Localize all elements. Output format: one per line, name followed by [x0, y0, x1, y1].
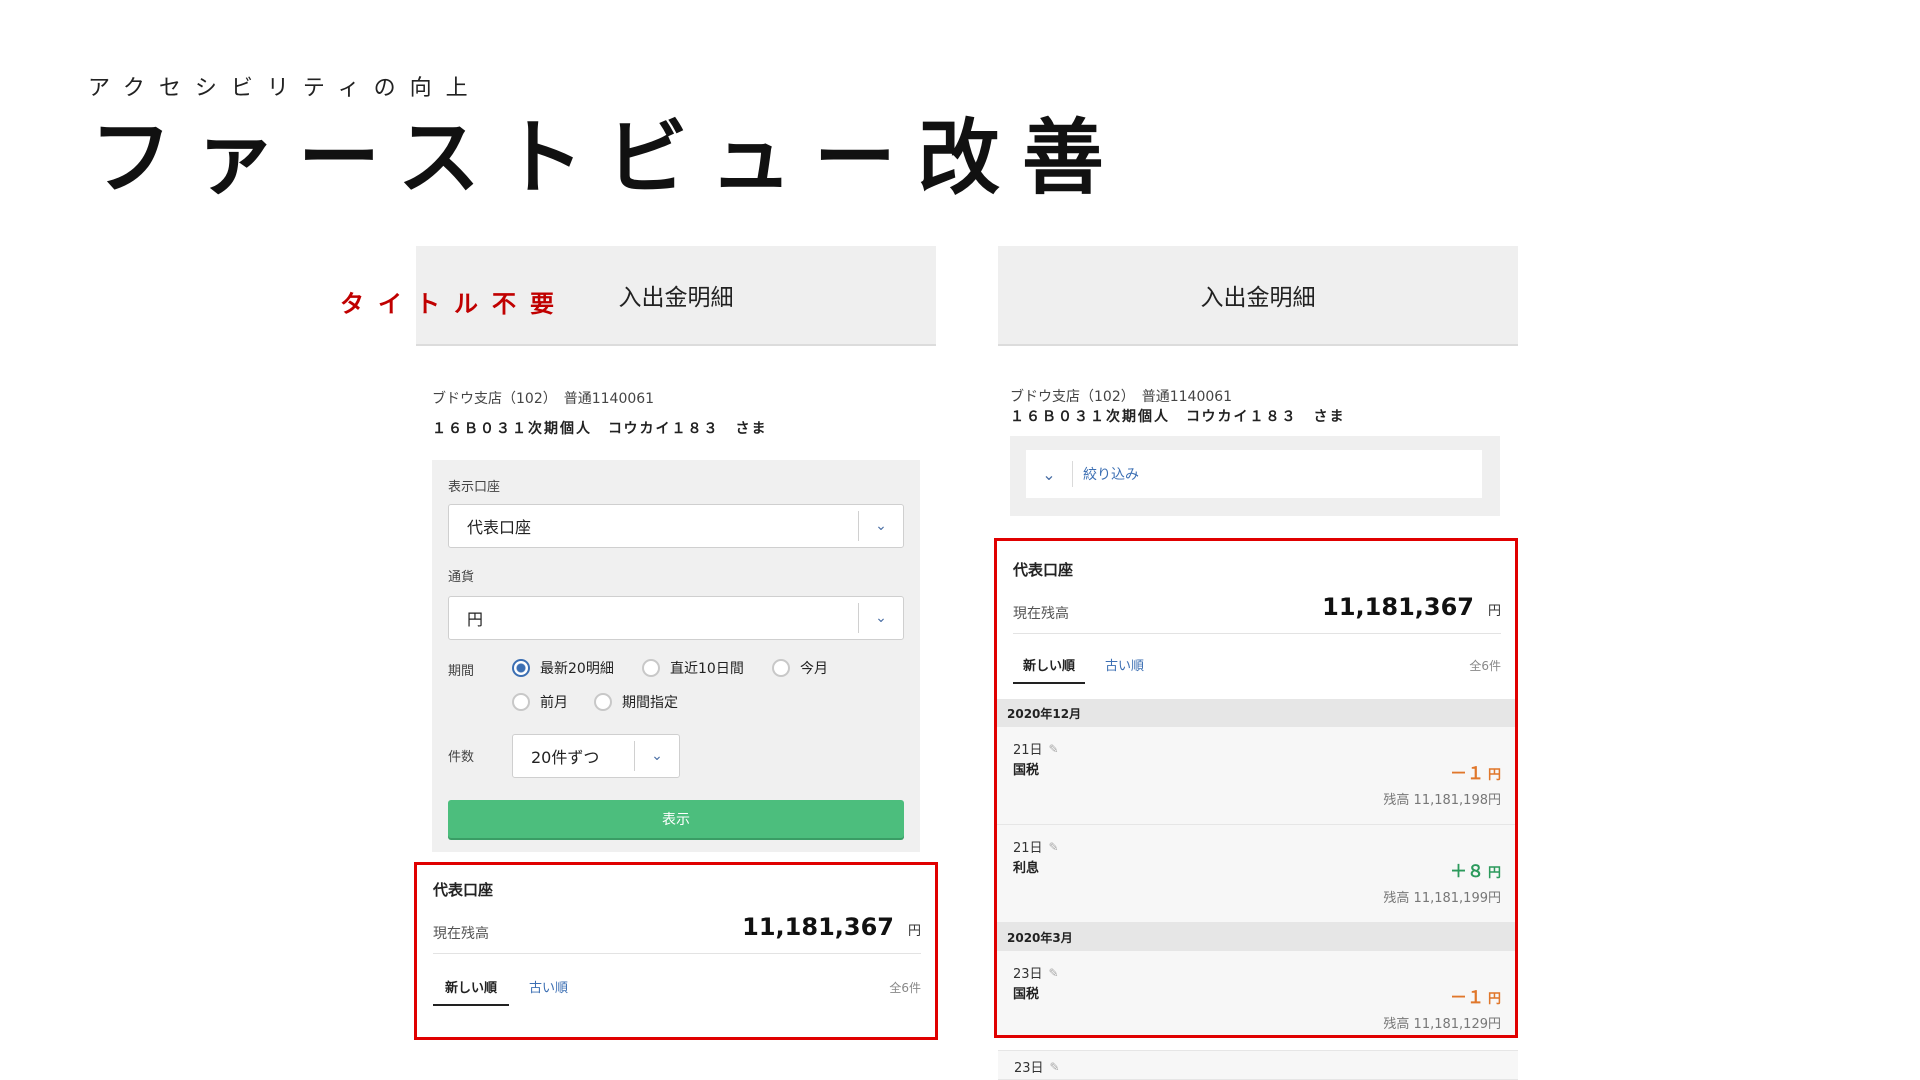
period-label: 期間 [448, 664, 475, 679]
left-card-divider [433, 953, 921, 954]
right-balance: 11,181,367 円 [1322, 593, 1501, 621]
month-header: 2020年12月 [997, 699, 1515, 727]
left-tab-oldest[interactable]: 古い順 [529, 977, 568, 996]
radio-label: 今月 [800, 661, 828, 677]
tx-description: 国税 [1013, 987, 1040, 1002]
right-highlight-box: 代表口座 現在残高 11,181,367 円 新しい順 古い順 全6件 2020… [994, 538, 1518, 1038]
left-card-title: 代表口座 [433, 881, 494, 899]
right-header-title: 入出金明細 [1200, 285, 1316, 311]
chevron-down-icon: ⌄ [875, 518, 887, 534]
left-total-count: 全6件 [889, 981, 921, 995]
chevron-down-icon: ⌄ [651, 748, 663, 764]
right-card-title: 代表口座 [1013, 561, 1074, 579]
left-highlight-box: 代表口座 現在残高 11,181,367 円 新しい順 古い順 全6件 [414, 862, 938, 1040]
title-unneeded-note: タイトル不要 [340, 290, 568, 318]
tx-date: 21日 [1013, 841, 1043, 856]
tx-amount-unit: 円 [1487, 768, 1501, 783]
radio-icon [594, 693, 612, 711]
radio-selected-icon [512, 659, 530, 677]
currency-value: 円 [467, 610, 484, 629]
right-balance-label: 現在残高 [1013, 606, 1069, 622]
right-header-bar: 入出金明細 [998, 246, 1518, 346]
right-tab-oldest[interactable]: 古い順 [1105, 655, 1144, 674]
currency-select[interactable]: 円 ⌄ [448, 596, 904, 640]
tx-balance: 残高 11,181,198円 [1383, 793, 1501, 808]
slide-subtitle: アクセシビリティの向上 [88, 76, 482, 101]
right-balance-value: 11,181,367 [1322, 593, 1474, 621]
transaction-row[interactable]: 21日 ✎ 利息 ＋８ 円 残高 11,181,199円 [997, 825, 1515, 923]
pencil-icon[interactable]: ✎ [1049, 840, 1059, 854]
period-radio-last-month[interactable]: 前月 [512, 692, 568, 712]
chevron-down-icon: ⌄ [875, 610, 887, 626]
slide-title: ファーストビュー改善 [90, 111, 1126, 206]
tx-balance: 残高 11,181,129円 [1383, 1017, 1501, 1032]
right-balance-unit: 円 [1487, 604, 1501, 619]
period-radio-last10days[interactable]: 直近10日間 [642, 658, 744, 678]
display-account-label: 表示口座 [448, 480, 501, 495]
period-radio-custom[interactable]: 期間指定 [594, 692, 678, 712]
radio-icon [772, 659, 790, 677]
period-radio-this-month[interactable]: 今月 [772, 658, 828, 678]
left-balance-value: 11,181,367 [742, 913, 894, 941]
left-account-name: １６Ｂ０３１次期個人 コウカイ１８３ さま [432, 421, 768, 437]
count-select[interactable]: 20件ずつ ⌄ [512, 734, 680, 778]
left-balance: 11,181,367 円 [742, 913, 921, 941]
transaction-row-partial[interactable]: 23日 ✎ [998, 1050, 1518, 1080]
tx-date: 23日 [1014, 1061, 1044, 1076]
filter-label: 絞り込み [1083, 467, 1139, 483]
left-balance-label: 現在残高 [433, 926, 489, 942]
right-account-name: １６Ｂ０３１次期個人 コウカイ１８３ さま [1010, 409, 1346, 425]
radio-icon [512, 693, 530, 711]
tx-date: 23日 [1013, 967, 1043, 982]
filter-toggle[interactable]: ⌄ 絞り込み [1026, 450, 1482, 498]
right-account-line: ブドウ支店（102） 普通1140061 [1010, 389, 1233, 405]
tx-amount-unit: 円 [1487, 866, 1501, 881]
display-account-value: 代表口座 [467, 518, 532, 537]
count-label: 件数 [448, 750, 475, 765]
right-total-count: 全6件 [1469, 659, 1501, 673]
tx-description: 利息 [1013, 861, 1040, 876]
tx-description: 国税 [1013, 763, 1040, 778]
right-tab-newest[interactable]: 新しい順 [1013, 655, 1086, 684]
tx-amount-unit: 円 [1487, 992, 1501, 1007]
right-card-divider [1013, 633, 1501, 634]
left-tab-newest[interactable]: 新しい順 [433, 977, 510, 1006]
show-button[interactable]: 表示 [448, 800, 904, 838]
chevron-down-icon: ⌄ [1042, 464, 1056, 484]
right-filter-panel: ⌄ 絞り込み [1010, 436, 1500, 516]
count-value: 20件ずつ [531, 748, 600, 767]
pencil-icon[interactable]: ✎ [1049, 966, 1059, 980]
left-search-form: 表示口座 代表口座 ⌄ 通貨 円 ⌄ 期間 最新20明細 直近10日間 今月 前… [432, 460, 920, 852]
transaction-row[interactable]: 23日 ✎ 国税 －１ 円 残高 11,181,129円 [997, 951, 1515, 1035]
left-header-title: 入出金明細 [618, 285, 734, 311]
left-balance-unit: 円 [907, 924, 921, 939]
radio-label: 最新20明細 [540, 661, 614, 677]
tx-amount: －１ [1449, 988, 1484, 1008]
tx-amount: －１ [1449, 764, 1484, 784]
left-account-line: ブドウ支店（102） 普通1140061 [432, 391, 655, 407]
display-account-select[interactable]: 代表口座 ⌄ [448, 504, 904, 548]
pencil-icon[interactable]: ✎ [1049, 742, 1059, 756]
currency-label: 通貨 [448, 570, 475, 585]
tx-amount: ＋８ [1449, 862, 1484, 882]
radio-label: 直近10日間 [670, 661, 744, 677]
period-radio-latest20[interactable]: 最新20明細 [512, 658, 614, 678]
radio-label: 期間指定 [622, 695, 678, 711]
pencil-icon[interactable]: ✎ [1050, 1060, 1060, 1074]
tx-balance: 残高 11,181,199円 [1383, 891, 1501, 906]
tx-date: 21日 [1013, 743, 1043, 758]
month-header: 2020年3月 [997, 923, 1515, 951]
radio-label: 前月 [540, 695, 568, 711]
radio-icon [642, 659, 660, 677]
transaction-row[interactable]: 21日 ✎ 国税 －１ 円 残高 11,181,198円 [997, 727, 1515, 825]
